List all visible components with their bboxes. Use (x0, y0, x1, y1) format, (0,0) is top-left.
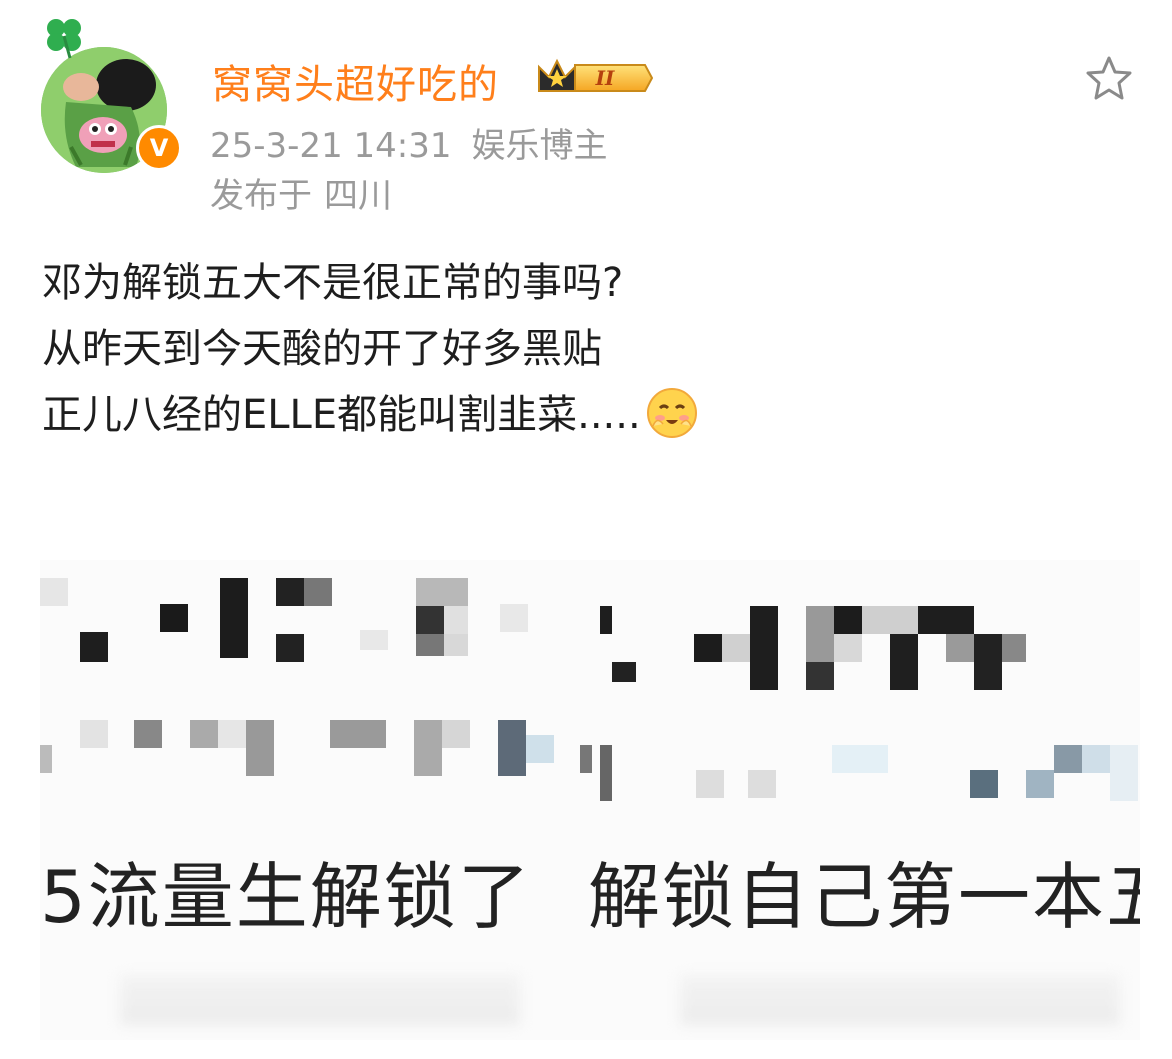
mosaic-pixel (220, 578, 248, 658)
star-outline-icon[interactable] (1084, 54, 1134, 104)
mosaic-pixel (694, 634, 722, 662)
mosaic-pixel (832, 745, 888, 773)
four-leaf-clover-icon (47, 19, 81, 59)
mosaic-pixel (890, 634, 918, 690)
mosaic-pixel (444, 606, 468, 634)
mosaic-pixel (416, 634, 444, 656)
mosaic-pixel (970, 770, 998, 798)
post-line-text: 正儿八经的ELLE都能叫割韭菜..... (42, 392, 641, 438)
post-image[interactable]: 5流量生解锁了 解锁自己第一本五 (40, 560, 1140, 1040)
mosaic-pixel (862, 606, 918, 634)
mosaic-pixel (834, 606, 862, 634)
mosaic-pixel (276, 634, 304, 662)
mosaic-pixel (442, 720, 470, 748)
mosaic-pixel (834, 634, 862, 662)
mosaic-pixel (416, 578, 468, 606)
mosaic-pixel (40, 745, 52, 773)
mosaic-pixel (946, 634, 974, 662)
mosaic-pixel (612, 662, 636, 682)
post-line: 从昨天到今天酸的开了好多黑贴 (42, 326, 602, 372)
vip-crown-badge-icon: II (538, 58, 653, 92)
mosaic-pixel (134, 720, 162, 748)
location-name: 四川 (324, 176, 392, 216)
mosaic-pixel (498, 720, 526, 776)
location-prefix: 发布于 (210, 176, 312, 216)
vip-level-label: II (595, 66, 615, 90)
mosaic-pixel (600, 606, 612, 634)
mosaic-pixel (748, 770, 776, 798)
mosaic-pixel (40, 578, 68, 606)
mosaic-pixel (414, 720, 442, 776)
image-caption-left: 5流量生解锁了 (40, 855, 532, 939)
verified-badge-icon: V (136, 125, 182, 171)
post-line-with-emoji: 正儿八经的ELLE都能叫割韭菜..... (42, 382, 699, 448)
mosaic-pixel (80, 720, 108, 748)
mosaic-pixel (500, 604, 528, 632)
author-avatar-group[interactable]: V (40, 12, 182, 173)
mosaic-pixel (974, 634, 1002, 690)
post-location: 发布于 四川 (210, 168, 392, 217)
mosaic-pixel (218, 720, 246, 748)
mosaic-pixel (526, 735, 554, 763)
blurred-text-band (120, 975, 520, 1025)
mosaic-pixel (160, 604, 188, 632)
mosaic-pixel (580, 745, 592, 773)
mosaic-pixel (806, 606, 834, 662)
mosaic-pixel (444, 634, 468, 656)
mosaic-pixel (246, 720, 274, 776)
post-text: 邓为解锁五大不是很正常的事吗? 从昨天到今天酸的开了好多黑贴 正儿八经的ELLE… (42, 250, 699, 448)
author-role: 娱乐博主 (471, 126, 608, 166)
mosaic-pixel (918, 606, 974, 634)
mosaic-pixel (1026, 770, 1054, 798)
mosaic-pixel (1002, 634, 1026, 662)
mosaic-pixel (80, 632, 108, 662)
image-caption-right: 解锁自己第一本五 (588, 855, 1140, 939)
post-meta: 25-3-21 14:31 娱乐博主 (210, 118, 608, 167)
mosaic-pixel (276, 578, 304, 606)
author-name[interactable]: 窝窝头超好吃的 (212, 52, 499, 110)
mosaic-pixel (1082, 745, 1110, 773)
post-timestamp: 25-3-21 14:31 (210, 126, 452, 166)
mosaic-pixel (806, 662, 834, 690)
mosaic-pixel (750, 606, 778, 690)
mosaic-pixel (1110, 745, 1138, 801)
mosaic-pixel (696, 770, 724, 798)
mosaic-pixel (600, 745, 612, 801)
mosaic-pixel (190, 720, 218, 748)
mosaic-pixel (330, 720, 386, 748)
mosaic-pixel (722, 634, 750, 662)
mosaic-pixel (416, 606, 444, 634)
shy-smile-emoji-icon (646, 388, 697, 438)
mosaic-pixel (304, 578, 332, 606)
mosaic-pixel (360, 630, 388, 650)
blurred-text-band (680, 975, 1120, 1025)
mosaic-pixel (1054, 745, 1082, 773)
post-line: 邓为解锁五大不是很正常的事吗? (42, 260, 624, 306)
